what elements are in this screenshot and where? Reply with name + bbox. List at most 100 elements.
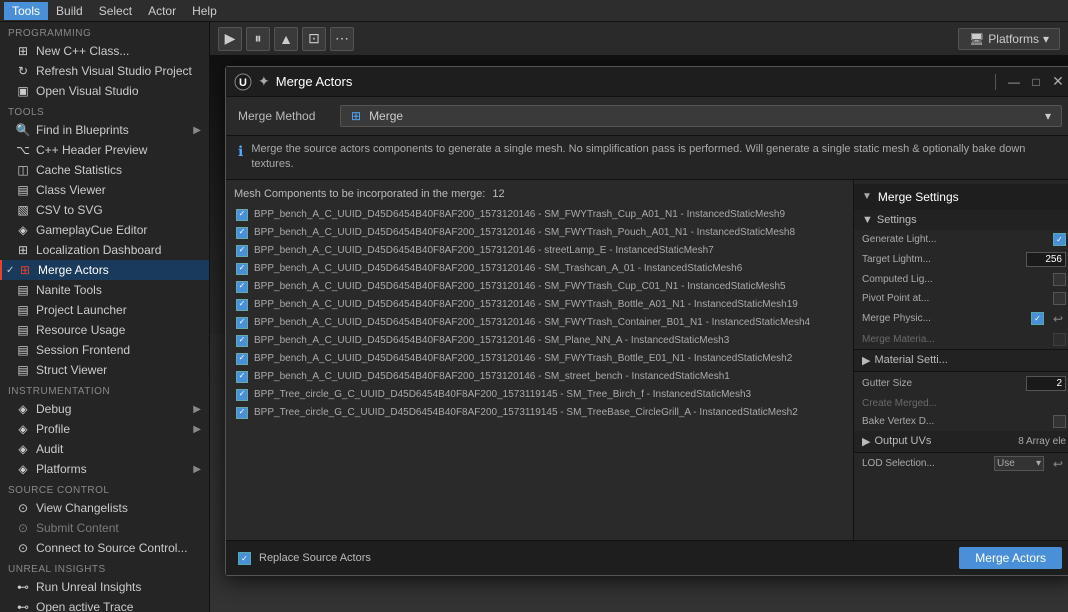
mesh-item-checkbox[interactable]	[236, 281, 248, 293]
sidebar-item-cpp-header[interactable]: ⌥ C++ Header Preview	[0, 140, 209, 160]
sidebar-label: View Changelists	[36, 501, 201, 515]
list-item[interactable]: BPP_bench_A_C_UUID_D45D6454B40F8AF200_15…	[234, 368, 845, 386]
chevron-down-icon: ▾	[1045, 109, 1051, 123]
sidebar-item-class-viewer[interactable]: ▤ Class Viewer	[0, 180, 209, 200]
bake-vertex-checkbox[interactable]	[1053, 415, 1066, 428]
sidebar-item-run-insights[interactable]: ⊷ Run Unreal Insights	[0, 577, 209, 597]
modal-maximize-btn[interactable]: □	[1028, 74, 1044, 90]
menu-actor[interactable]: Actor	[140, 2, 184, 20]
more-btn[interactable]: ⋯	[330, 27, 354, 51]
cpp-icon: ⊞	[16, 44, 30, 58]
list-item[interactable]: BPP_bench_A_C_UUID_D45D6454B40F8AF200_15…	[234, 242, 845, 260]
merge-method-select[interactable]: ⊞ Merge ▾	[340, 105, 1062, 127]
sidebar-item-merge-actors[interactable]: ⊞ Merge Actors	[0, 260, 209, 280]
play-btn[interactable]: ▶	[218, 27, 242, 51]
sidebar-item-project-launcher[interactable]: ▤ Project Launcher	[0, 300, 209, 320]
menu-tools[interactable]: Tools	[4, 2, 48, 20]
lod-select[interactable]: Use ▾	[994, 456, 1044, 471]
menu-select[interactable]: Select	[91, 2, 140, 20]
sidebar-item-gameplay-cue[interactable]: ◈ GameplayCue Editor	[0, 220, 209, 240]
modal-titlebar: U ✦ Merge Actors — □ ✕	[226, 67, 1068, 97]
lod-return-icon[interactable]: ↩	[1050, 456, 1066, 472]
settings-header[interactable]: ▼ Merge Settings	[854, 184, 1068, 210]
sidebar-item-open-trace[interactable]: ⊷ Open active Trace	[0, 597, 209, 612]
platforms-chevron: ▾	[1043, 32, 1049, 46]
settings-material-header[interactable]: ▶ Material Setti...	[854, 350, 1068, 371]
sidebar-label: Struct Viewer	[36, 363, 201, 377]
sidebar-label: Resource Usage	[36, 323, 201, 337]
mesh-item-checkbox[interactable]	[236, 371, 248, 383]
sidebar-item-struct-viewer[interactable]: ▤ Struct Viewer	[0, 360, 209, 380]
mesh-item-checkbox[interactable]	[236, 353, 248, 365]
stop-btn[interactable]: ▲	[274, 27, 298, 51]
gutter-size-input[interactable]	[1026, 376, 1066, 391]
sidebar-item-find-blueprints[interactable]: 🔍 Find in Blueprints ▶	[0, 120, 209, 140]
merge-actors-button[interactable]: Merge Actors	[959, 547, 1062, 569]
sidebar-item-platforms[interactable]: ◈ Platforms ▶	[0, 459, 209, 479]
return-icon[interactable]: ↩	[1050, 311, 1066, 327]
mesh-item-checkbox[interactable]	[236, 209, 248, 221]
merge-physic-checkbox[interactable]	[1031, 312, 1044, 325]
sidebar-item-open-vs[interactable]: ▣ Open Visual Studio	[0, 81, 209, 101]
row-label: Merge Materia...	[862, 334, 1047, 345]
section-collapse-icon: ▼	[862, 214, 873, 226]
sidebar-item-nanite[interactable]: ▤ Nanite Tools	[0, 280, 209, 300]
generate-light-checkbox[interactable]	[1053, 233, 1066, 246]
content-area: ▶ ⏸ ▲ ⊡ ⋯ 🖥 Platforms ▾	[210, 22, 1068, 612]
list-item[interactable]: BPP_Tree_circle_G_C_UUID_D45D6454B40F8AF…	[234, 404, 845, 422]
settings-collapse-icon: ▼	[862, 191, 872, 202]
list-item[interactable]: BPP_bench_A_C_UUID_D45D6454B40F8AF200_15…	[234, 260, 845, 278]
list-item[interactable]: BPP_bench_A_C_UUID_D45D6454B40F8AF200_15…	[234, 206, 845, 224]
mesh-item-checkbox[interactable]	[236, 335, 248, 347]
main-layout: PROGRAMMING ⊞ New C++ Class... ↻ Refresh…	[0, 22, 1068, 612]
modal-close-btn[interactable]: ✕	[1050, 74, 1066, 90]
list-item[interactable]: BPP_bench_A_C_UUID_D45D6454B40F8AF200_15…	[234, 296, 845, 314]
mesh-item-label: BPP_Tree_circle_G_C_UUID_D45D6454B40F8AF…	[254, 405, 798, 421]
sidebar-item-submit-content[interactable]: ⊙ Submit Content	[0, 518, 209, 538]
list-item[interactable]: BPP_bench_A_C_UUID_D45D6454B40F8AF200_15…	[234, 278, 845, 296]
pivot-point-checkbox[interactable]	[1053, 292, 1066, 305]
replace-source-checkbox[interactable]	[238, 552, 251, 565]
sidebar-item-audit[interactable]: ◈ Audit	[0, 439, 209, 459]
sidebar-item-profile[interactable]: ◈ Profile ▶	[0, 419, 209, 439]
mesh-item-checkbox[interactable]	[236, 299, 248, 311]
merge-icon: ⊞	[18, 263, 32, 277]
sidebar-item-localization[interactable]: ⊞ Localization Dashboard	[0, 240, 209, 260]
sidebar-item-view-changelists[interactable]: ⊙ View Changelists	[0, 498, 209, 518]
menu-build[interactable]: Build	[48, 2, 91, 20]
section-label: Material Setti...	[874, 354, 947, 366]
sidebar-item-cache-stats[interactable]: ◫ Cache Statistics	[0, 160, 209, 180]
merge-materia-checkbox[interactable]	[1053, 333, 1066, 346]
list-item[interactable]: BPP_bench_A_C_UUID_D45D6454B40F8AF200_15…	[234, 314, 845, 332]
game-icon: ◈	[16, 223, 30, 237]
mesh-item-checkbox[interactable]	[236, 389, 248, 401]
list-item[interactable]: BPP_bench_A_C_UUID_D45D6454B40F8AF200_15…	[234, 224, 845, 242]
sidebar-item-refresh-vs[interactable]: ↻ Refresh Visual Studio Project	[0, 61, 209, 81]
sidebar-item-resource-usage[interactable]: ▤ Resource Usage	[0, 320, 209, 340]
sidebar-item-connect-source-control[interactable]: ⊙ Connect to Source Control...	[0, 538, 209, 558]
list-item[interactable]: BPP_Tree_circle_G_C_UUID_D45D6454B40F8AF…	[234, 386, 845, 404]
eject-btn[interactable]: ⊡	[302, 27, 326, 51]
list-item[interactable]: BPP_bench_A_C_UUID_D45D6454B40F8AF200_15…	[234, 350, 845, 368]
mesh-item-checkbox[interactable]	[236, 263, 248, 275]
platforms-button[interactable]: 🖥 Platforms ▾	[958, 28, 1060, 50]
sidebar: PROGRAMMING ⊞ New C++ Class... ↻ Refresh…	[0, 22, 210, 612]
sidebar-item-debug[interactable]: ◈ Debug ▶	[0, 399, 209, 419]
target-lightm-input[interactable]	[1026, 252, 1066, 267]
pause-btn[interactable]: ⏸	[246, 27, 270, 51]
computed-lig-checkbox[interactable]	[1053, 273, 1066, 286]
replace-source-label: Replace Source Actors	[259, 552, 371, 564]
mesh-item-checkbox[interactable]	[236, 245, 248, 257]
debug-icon: ◈	[16, 402, 30, 416]
sidebar-item-csv-svg[interactable]: ▧ CSV to SVG	[0, 200, 209, 220]
settings-section-header[interactable]: ▼ Settings	[854, 210, 1068, 230]
modal-minimize-btn[interactable]: —	[1006, 74, 1022, 90]
mesh-item-checkbox[interactable]	[236, 317, 248, 329]
menu-help[interactable]: Help	[184, 2, 225, 20]
list-item[interactable]: BPP_bench_A_C_UUID_D45D6454B40F8AF200_15…	[234, 332, 845, 350]
sidebar-item-session-frontend[interactable]: ▤ Session Frontend	[0, 340, 209, 360]
sidebar-item-new-cpp[interactable]: ⊞ New C++ Class...	[0, 41, 209, 61]
mesh-item-checkbox[interactable]	[236, 407, 248, 419]
settings-output-header[interactable]: ▶ Output UVs 8 Array ele	[854, 431, 1068, 452]
mesh-item-checkbox[interactable]	[236, 227, 248, 239]
